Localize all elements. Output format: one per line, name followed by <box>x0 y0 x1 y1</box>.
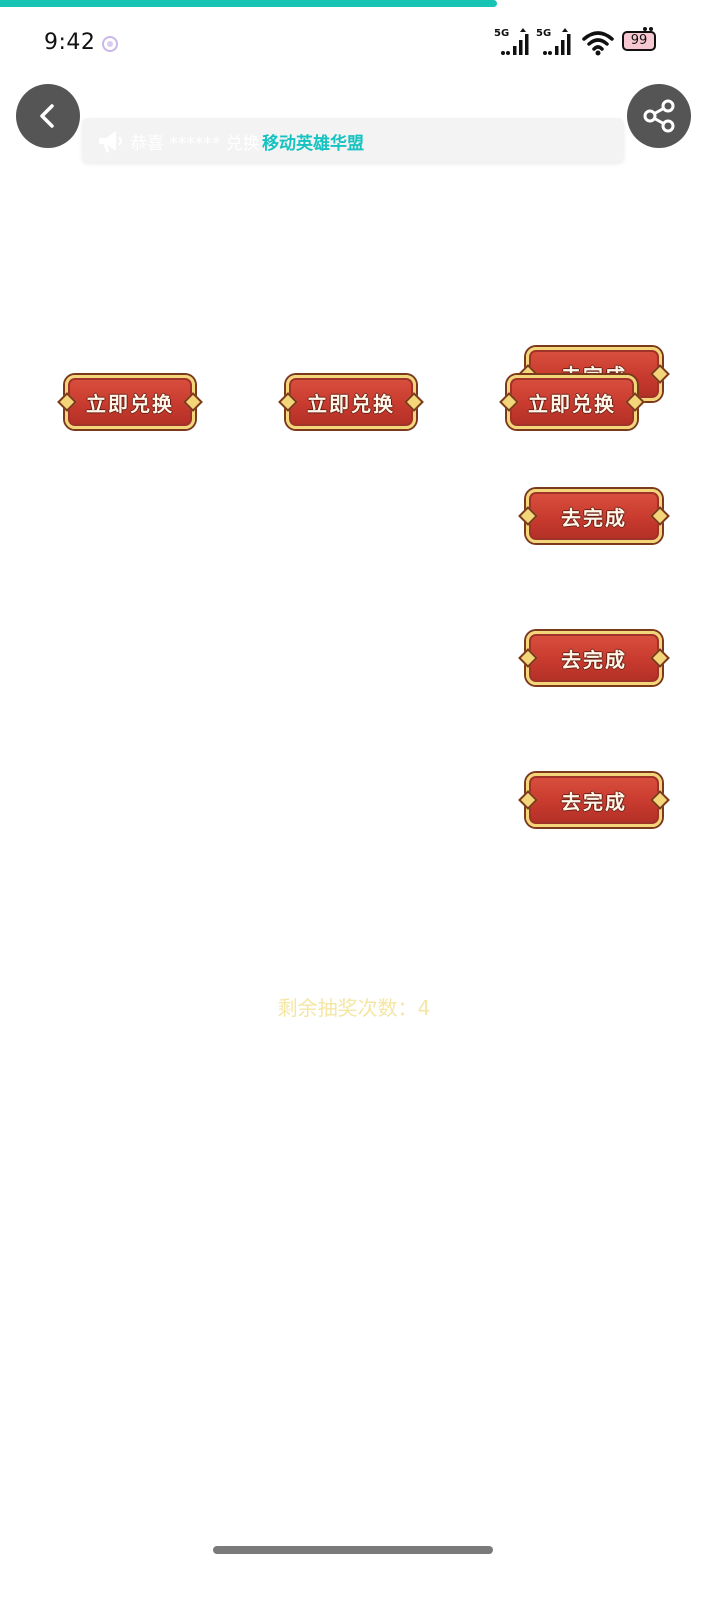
cell-signal-icon <box>543 28 571 55</box>
signal-strength-2: 5G <box>536 28 576 58</box>
exchange-button-label: 立即兑换 <box>528 391 616 416</box>
task-button-label: 去完成 <box>561 789 627 814</box>
signal-strength-1: 5G <box>494 28 534 58</box>
remaining-draws: 剩余抽奖次数：4 <box>0 992 708 1021</box>
exchange-now-button-1[interactable]: 立即兑换 <box>65 375 195 429</box>
page-load-progress-bar <box>0 0 497 7</box>
wifi-icon <box>582 31 614 56</box>
task-button-label: 去完成 <box>561 505 627 530</box>
exchange-button-label: 立即兑换 <box>86 391 174 416</box>
app-notification-icon <box>102 36 118 52</box>
battery-indicator: 99 <box>622 31 656 51</box>
exchange-now-button-2[interactable]: 立即兑换 <box>286 375 416 429</box>
task-complete-button-2[interactable]: 去完成 <box>526 489 662 543</box>
cell-signal-icon <box>501 28 529 55</box>
task-complete-button-4[interactable]: 去完成 <box>526 773 662 827</box>
winner-notice-bar: 恭喜 ****** 兑换了 ×1 移动英雄华盟 <box>82 118 624 162</box>
lottery-page: 9:42 5G 5G 99 恭喜 ****** 兑换了 ×1 移动英雄华盟 立即… <box>0 0 720 1600</box>
exchange-button-label: 立即兑换 <box>307 391 395 416</box>
exchange-now-button-3[interactable]: 立即兑换 <box>507 375 637 429</box>
status-bar: 9:42 5G 5G 99 <box>0 22 720 66</box>
task-button-label: 去完成 <box>561 647 627 672</box>
remaining-draws-count: 4 <box>417 996 431 1020</box>
notice-overlay-text: 移动英雄华盟 <box>262 134 364 154</box>
megaphone-icon <box>99 131 122 153</box>
back-button[interactable] <box>16 84 80 148</box>
share-icon <box>643 99 675 133</box>
task-complete-button-3[interactable]: 去完成 <box>526 631 662 685</box>
status-time: 9:42 <box>44 30 96 55</box>
chevron-left-icon <box>40 104 54 128</box>
home-indicator[interactable] <box>213 1546 493 1554</box>
battery-level: 99 <box>630 33 648 48</box>
share-button[interactable] <box>627 84 691 148</box>
remaining-draws-label: 剩余抽奖次数： <box>277 996 418 1020</box>
